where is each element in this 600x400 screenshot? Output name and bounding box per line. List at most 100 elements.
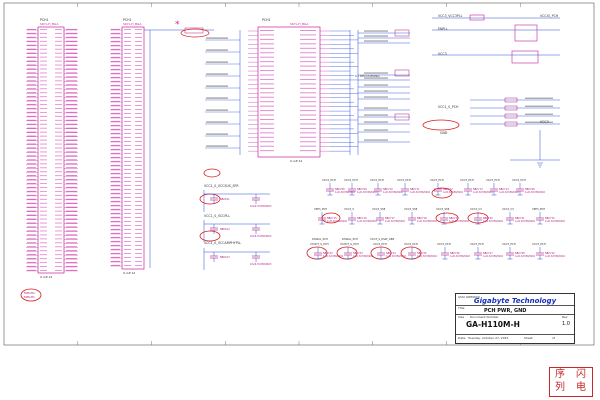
pin-name-mark bbox=[27, 175, 36, 177]
pin-inner-label bbox=[55, 183, 62, 185]
pin-inner-label bbox=[40, 190, 47, 192]
pin-name-mark bbox=[27, 64, 36, 66]
pin-inner-label bbox=[300, 119, 316, 120]
pin-name-mark bbox=[66, 88, 77, 90]
pin-inner-label bbox=[40, 155, 47, 157]
pin-inner-label bbox=[40, 159, 47, 161]
pin-inner-label bbox=[300, 70, 316, 72]
pin-inner-label bbox=[124, 133, 131, 134]
pin-inner-label bbox=[124, 45, 131, 46]
pin-inner-label bbox=[55, 198, 62, 200]
pin-name-mark bbox=[27, 234, 36, 236]
review-highlight-ellipse bbox=[199, 230, 221, 242]
rev-label: Rev bbox=[562, 315, 568, 319]
pin-inner-label bbox=[40, 218, 47, 220]
net-name-mark bbox=[364, 96, 388, 98]
pin-name-mark bbox=[27, 76, 36, 78]
pin-inner-label bbox=[135, 33, 142, 34]
pin-name-mark bbox=[111, 212, 120, 214]
pin-inner-label bbox=[135, 161, 142, 162]
pin-inner-label bbox=[135, 265, 142, 266]
pin-name-mark bbox=[27, 226, 36, 228]
pin-inner-label bbox=[260, 145, 274, 147]
pin-inner-label bbox=[55, 52, 62, 54]
pin-inner-label bbox=[55, 179, 62, 181]
pin-inner-label bbox=[40, 64, 47, 66]
pin-inner-label bbox=[40, 179, 47, 181]
pin-inner-label bbox=[55, 32, 62, 34]
pin-inner-label bbox=[55, 48, 62, 50]
pin-inner-label bbox=[135, 69, 142, 70]
pin-inner-label bbox=[55, 242, 62, 244]
pin-inner-label bbox=[135, 233, 142, 234]
left-decoupling-section: NBC611 22u/6.3V/X5R/0603 NBC612 22u/6.3V/X5… bbox=[203, 190, 272, 270]
pin-inner-label bbox=[55, 143, 62, 145]
pin-inner-label bbox=[135, 153, 142, 154]
pin-name-mark bbox=[111, 200, 120, 202]
pin-inner-label bbox=[300, 30, 316, 31]
pin-inner-label bbox=[135, 237, 142, 238]
pin-inner-label bbox=[300, 56, 316, 58]
net-vccio-pch: VCCIO_PCH bbox=[540, 14, 559, 18]
pin-inner-label bbox=[124, 201, 131, 202]
pin-name-mark bbox=[66, 64, 77, 66]
pin-inner-label bbox=[55, 127, 62, 129]
pin-inner-label bbox=[40, 151, 47, 153]
pin-inner-label bbox=[124, 157, 131, 158]
pin-name-mark bbox=[66, 182, 77, 185]
pin-inner-label bbox=[40, 36, 47, 38]
top-right-regulator bbox=[432, 14, 560, 64]
u3-subheader: SKYL-H_BGA bbox=[290, 22, 309, 26]
pin-inner-label bbox=[260, 30, 274, 31]
pin-name-mark bbox=[27, 269, 36, 271]
pin-inner-label bbox=[300, 52, 316, 54]
cap-net-label: VCC3_PCH bbox=[532, 242, 546, 246]
cap-net-label: VCC3_PCH bbox=[512, 178, 526, 182]
pin-inner-label bbox=[260, 136, 274, 138]
cap-ref-label: NBC613 bbox=[220, 256, 230, 259]
pin-inner-label bbox=[124, 261, 131, 262]
pin-name-mark bbox=[111, 172, 120, 174]
pin-inner-label bbox=[135, 141, 142, 142]
net-left-3: VCC1_0_VCCAMPHYPLL bbox=[204, 241, 241, 245]
pin-inner-label bbox=[124, 161, 131, 162]
date-value: Tuesday, October 27, 2015 bbox=[468, 336, 509, 340]
cap-value-label: 1u/6.3V/X5R/0402 bbox=[450, 255, 471, 258]
pin-inner-label bbox=[124, 121, 131, 122]
cap-value-label: 1u/6.3V/X5R/0402 bbox=[545, 255, 566, 258]
pin-name-mark bbox=[66, 179, 77, 181]
pin-name-mark bbox=[111, 248, 120, 250]
cap-value-label: 1u/6.3V/X5R/0402 bbox=[353, 255, 374, 258]
pin-inner-label bbox=[55, 175, 62, 177]
pin-name-mark bbox=[111, 44, 120, 46]
of-label: of bbox=[552, 336, 555, 340]
pin-inner-label bbox=[124, 181, 131, 182]
pin-name-mark bbox=[111, 260, 120, 262]
pin-name-mark bbox=[27, 202, 36, 204]
pin-inner-label bbox=[124, 249, 131, 250]
pin-inner-label bbox=[40, 206, 47, 208]
cap-ref-label: NBC611 bbox=[220, 198, 230, 201]
pin-inner-label bbox=[135, 45, 142, 46]
cap-net-label: VCC3_PCH bbox=[373, 242, 387, 246]
cap-net-label: VCC3_PCH bbox=[486, 178, 500, 182]
pin-inner-label bbox=[135, 157, 142, 158]
pin-inner-label bbox=[300, 92, 316, 94]
pin-name-mark bbox=[111, 72, 120, 74]
pin-inner-label bbox=[55, 92, 62, 94]
pin-inner-label bbox=[300, 150, 316, 152]
u3-header: PCH1 bbox=[262, 18, 271, 22]
pin-name-mark bbox=[111, 264, 120, 266]
pin-name-mark bbox=[27, 44, 36, 46]
pin-inner-label bbox=[55, 254, 62, 256]
pin-inner-label bbox=[55, 96, 62, 98]
pin-inner-label bbox=[135, 29, 142, 30]
doc-number-label: Document Number bbox=[470, 315, 499, 319]
pin-name-mark bbox=[27, 80, 36, 82]
pin-name-mark bbox=[66, 127, 77, 129]
pin-name-mark bbox=[111, 176, 120, 178]
pin-inner-label bbox=[55, 40, 62, 42]
pin-inner-label bbox=[124, 209, 131, 210]
u2-footer: U-GP 12 bbox=[123, 271, 135, 275]
pin-name-mark bbox=[66, 250, 77, 252]
